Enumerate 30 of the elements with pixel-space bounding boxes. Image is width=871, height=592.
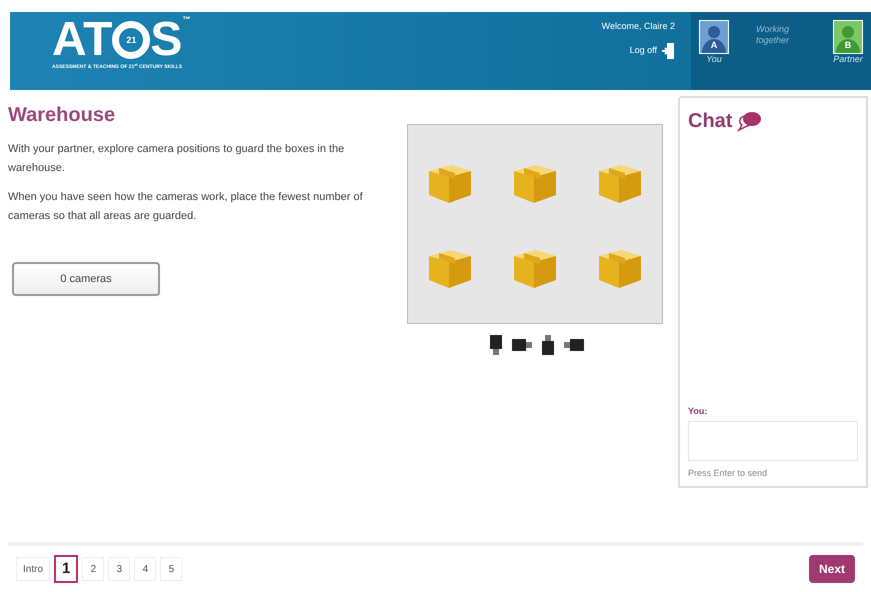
welcome-text: Welcome, Claire 2 <box>602 20 675 33</box>
instruction-text: With your partner, explore camera positions to guard the boxes in the warehouse. <box>8 142 346 176</box>
page-tab[interactable]: 2 <box>82 557 104 581</box>
task-title: Warehouse <box>8 103 116 128</box>
chat-input[interactable] <box>688 420 858 460</box>
page-tab[interactable]: Intro <box>16 557 50 581</box>
speech-bubbles-icon <box>736 110 762 132</box>
working-together-text: Working together <box>756 24 790 46</box>
exit-door-icon <box>661 42 675 60</box>
page-tab[interactable]: 1 <box>54 555 78 583</box>
logo-number: 21 <box>126 36 136 44</box>
camera-counter: 0 cameras <box>12 262 160 296</box>
avatar-letter: B <box>844 41 852 50</box>
trademark: ™ <box>182 16 190 24</box>
avatar-label: Partner <box>833 54 863 66</box>
logoff-button[interactable]: Log off <box>630 42 675 60</box>
chat-title: Chat <box>688 109 732 134</box>
you-label: You: <box>688 405 708 418</box>
logo-text: AT <box>52 16 112 64</box>
logo-text: S <box>150 16 182 64</box>
person-silhouette-icon <box>836 25 860 53</box>
page-tab[interactable]: 4 <box>134 557 156 581</box>
avatar-label: You <box>706 54 722 66</box>
avatar-letter: A <box>710 41 718 50</box>
page-tab[interactable]: 3 <box>108 557 130 581</box>
instruction-text: When you have seen how the cameras work, place the fewest number of cameras so that all areas are guarded. <box>8 190 364 224</box>
next-button[interactable]: Next <box>808 555 855 583</box>
page-tab[interactable]: 5 <box>160 557 182 581</box>
send-hint: Press Enter to send <box>688 466 768 480</box>
person-silhouette-icon <box>702 25 726 53</box>
